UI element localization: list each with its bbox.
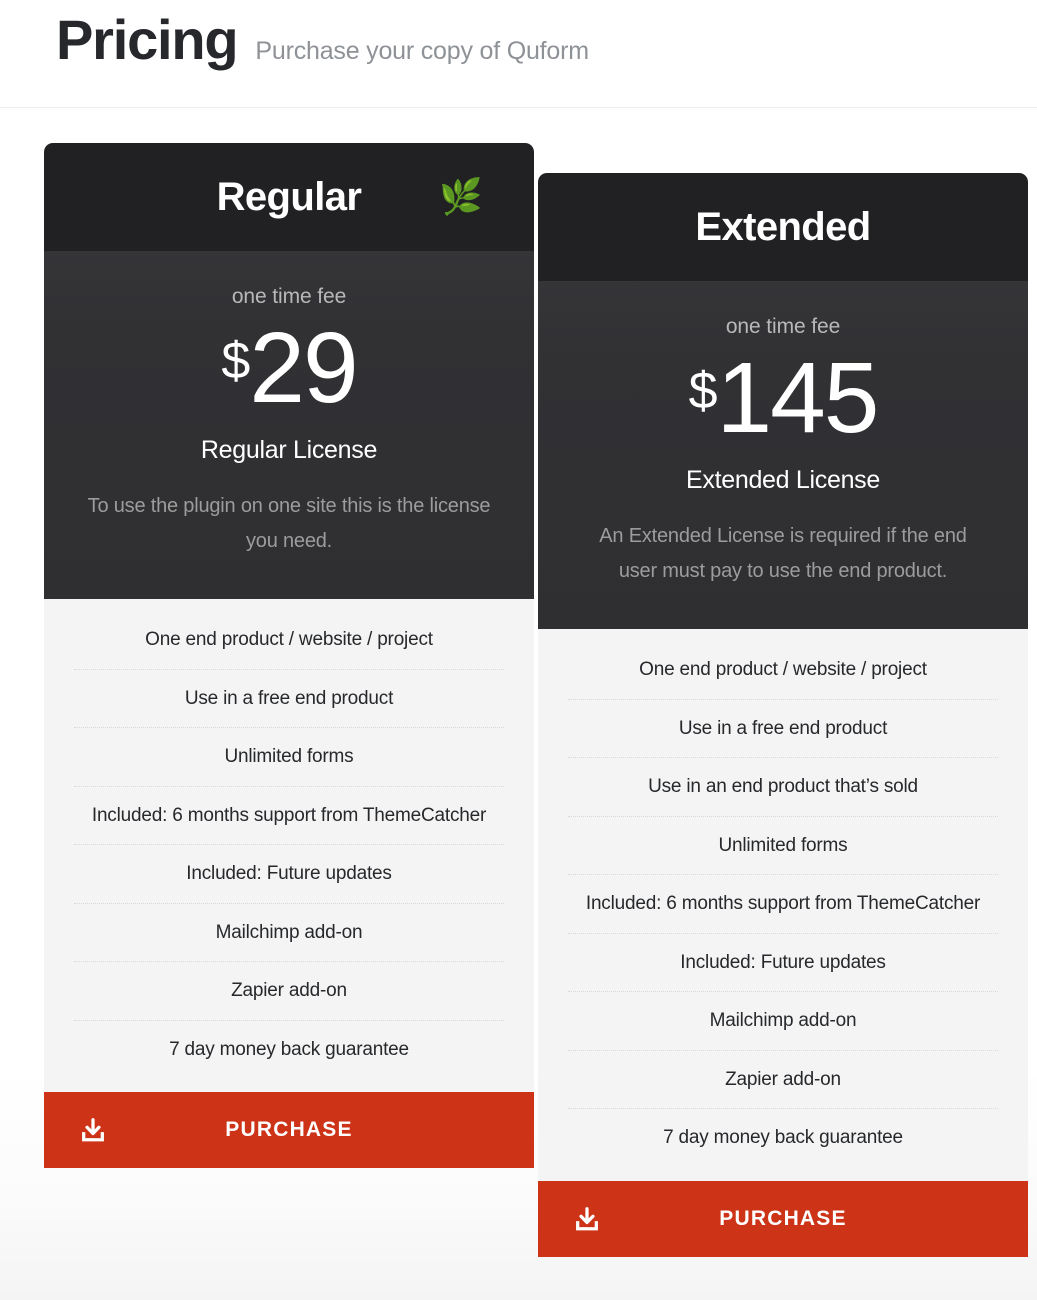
fee-label: one time fee (725, 315, 841, 338)
list-item: Included: Future updates (568, 934, 998, 993)
card-body-extended: one time fee $ 145 Extended License An E… (538, 281, 1028, 629)
page-header: Pricing Purchase your copy of Quform (0, 0, 1037, 108)
list-item: Included: Future updates (74, 845, 504, 904)
price-amount: 145 (716, 342, 880, 454)
plan-title: Regular (216, 174, 362, 219)
list-item: Unlimited forms (568, 817, 998, 876)
price-display: $ 145 (574, 342, 992, 454)
page-title: Pricing (56, 8, 239, 71)
fee-label: one time fee (231, 285, 347, 308)
price-currency: $ (221, 332, 250, 390)
price-display: $ 29 (80, 312, 498, 424)
price-currency: $ (688, 362, 718, 420)
download-icon (82, 1118, 104, 1142)
purchase-button-regular[interactable]: PURCHASE (44, 1092, 534, 1169)
feature-list-extended: One end product / website / project Use … (538, 629, 1028, 1181)
list-item: Unlimited forms (74, 728, 504, 787)
purchase-button-label: PURCHASE (225, 1118, 353, 1142)
list-item: Included: 6 months support from ThemeCat… (74, 787, 504, 846)
plan-title: Extended (695, 204, 871, 249)
list-item: One end product / website / project (568, 641, 998, 700)
list-item: 7 day money back guarantee (663, 1127, 903, 1149)
list-item: Zapier add-on (74, 962, 504, 1021)
list-item: Mailchimp add-on (74, 904, 504, 963)
card-header-regular: Regular 🌿 (44, 143, 534, 251)
license-name: Extended License (686, 466, 880, 494)
feature-list-regular: One end product / website / project Use … (44, 599, 534, 1093)
list-item: Use in an end product that’s sold (568, 758, 998, 817)
list-item: Zapier add-on (568, 1051, 998, 1110)
license-name: Regular License (200, 436, 378, 464)
list-item: Mailchimp add-on (568, 992, 998, 1051)
license-description: To use the plugin on one site this is th… (87, 495, 491, 552)
laurel-wreath-icon: 🌿 (439, 177, 483, 217)
pricing-card-regular: Regular 🌿 one time fee $ 29 Regular Lice… (44, 143, 534, 1169)
list-item: Use in a free end product (568, 700, 998, 759)
list-item: 7 day money back guarantee (169, 1038, 409, 1060)
card-header-extended: Extended (538, 173, 1028, 281)
purchase-button-extended[interactable]: PURCHASE (538, 1180, 1028, 1257)
page-header-inner: Pricing Purchase your copy of Quform (56, 8, 589, 72)
download-icon (576, 1207, 598, 1231)
card-body-regular: one time fee $ 29 Regular License To use… (44, 251, 534, 599)
price-amount: 29 (249, 312, 358, 424)
list-item: Included: 6 months support from ThemeCat… (568, 875, 998, 934)
license-description: An Extended License is required if the e… (599, 525, 967, 582)
pricing-card-extended: Extended one time fee $ 145 Extended Lic… (538, 173, 1028, 1257)
page-subtitle: Purchase your copy of Quform (255, 37, 589, 65)
purchase-button-label: PURCHASE (719, 1206, 847, 1230)
list-item: One end product / website / project (74, 611, 504, 670)
list-item: Use in a free end product (74, 670, 504, 729)
